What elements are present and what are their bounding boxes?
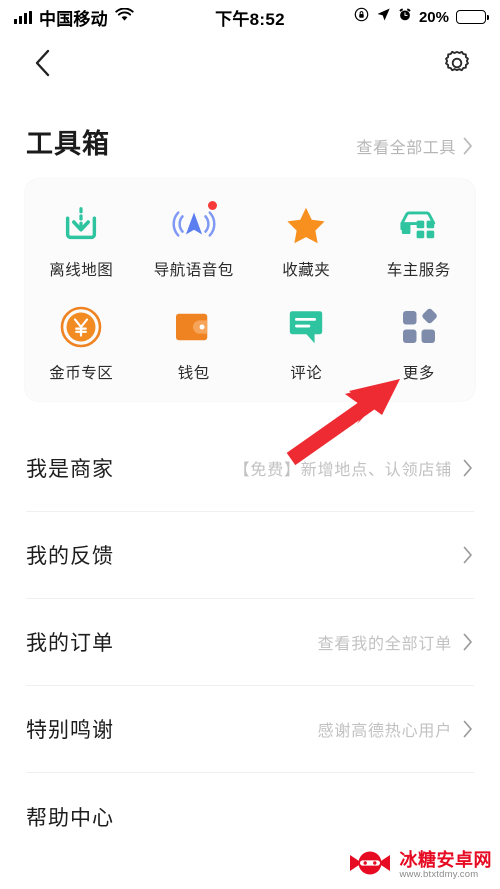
- wallet-icon: [171, 304, 217, 350]
- comment-bubble-icon: [283, 304, 329, 350]
- settings-list: 我是商家 【免费】新增地点、认领店铺 我的反馈 我的订单 查看我的全部订单 特别…: [0, 425, 500, 860]
- list-row-merchant[interactable]: 我是商家 【免费】新增地点、认领店铺: [26, 425, 474, 512]
- tool-navigation-voice-pack[interactable]: 导航语音包: [138, 201, 251, 280]
- tools-row-1: 离线地图 导航语音包 收藏夹 车主服务: [25, 201, 475, 280]
- gold-coin-icon: [58, 304, 104, 350]
- gear-icon: [442, 48, 472, 83]
- tool-label: 钱包: [177, 365, 210, 382]
- row-title: 我的反馈: [26, 545, 114, 568]
- tool-label: 评论: [290, 365, 323, 382]
- status-bar: 中国移动 下午8:52 20%: [0, 0, 500, 34]
- offline-map-download-icon: [58, 201, 104, 247]
- list-row-feedback[interactable]: 我的反馈: [26, 512, 474, 599]
- list-row-special-thanks[interactable]: 特别鸣谢 感谢高德热心用户: [26, 686, 474, 773]
- status-bar-left: 中国移动: [14, 5, 134, 30]
- clock-label: 下午8:52: [215, 9, 285, 29]
- row-subtitle: 感谢高德热心用户: [317, 723, 452, 740]
- row-title: 我是商家: [26, 458, 114, 481]
- tool-more[interactable]: 更多: [363, 304, 476, 383]
- chevron-right-icon: [462, 632, 474, 652]
- view-all-tools-link[interactable]: 查看全部工具: [356, 134, 474, 158]
- tool-favorites[interactable]: 收藏夹: [250, 201, 363, 280]
- more-grid-icon: [396, 304, 442, 350]
- row-title: 我的订单: [26, 632, 114, 655]
- navigation-voice-icon: [171, 201, 217, 247]
- chevron-right-icon: [462, 136, 474, 156]
- phone-screen: 中国移动 下午8:52 20% 工具箱 查看全部工具 离线地图 导航语音包 收藏…: [0, 0, 500, 889]
- view-all-tools-label: 查看全部工具: [356, 140, 456, 157]
- row-right: 【免费】新增地点、认领店铺: [234, 456, 474, 480]
- row-title: 特别鸣谢: [26, 719, 114, 742]
- row-right: 查看我的全部订单: [318, 630, 474, 654]
- car-owner-service-icon: [396, 201, 442, 247]
- row-right: 感谢高德热心用户: [318, 717, 474, 741]
- tool-car-owner-service[interactable]: 车主服务: [363, 201, 476, 280]
- battery-percent-label: 20%: [418, 8, 449, 26]
- nav-bar: [0, 34, 500, 96]
- tool-label: 车主服务: [386, 262, 451, 279]
- row-subtitle: 查看我的全部订单: [317, 636, 452, 653]
- tool-gold-coin-zone[interactable]: 金币专区: [25, 304, 138, 383]
- rotation-lock-icon: [354, 7, 369, 27]
- tool-label: 导航语音包: [153, 262, 234, 279]
- carrier-label: 中国移动: [39, 9, 108, 29]
- back-chevron-icon: [32, 48, 54, 83]
- site-watermark: 冰糖安卓网 www.btxtdmy.com: [347, 848, 493, 883]
- list-row-orders[interactable]: 我的订单 查看我的全部订单: [26, 599, 474, 686]
- tool-label: 离线地图: [49, 262, 114, 279]
- notification-dot-badge: [207, 201, 217, 210]
- row-title: 帮助中心: [26, 806, 114, 830]
- watermark-site-name: 冰糖安卓网: [399, 850, 492, 871]
- chevron-right-icon: [462, 458, 474, 478]
- status-bar-right: 20%: [354, 7, 489, 27]
- list-row-help-center[interactable]: 帮助中心: [26, 773, 474, 860]
- chevron-right-icon: [462, 545, 474, 565]
- toolbox-card: 离线地图 导航语音包 收藏夹 车主服务 金币专区 钱包 评论 更多: [25, 179, 475, 401]
- battery-icon: [456, 10, 489, 24]
- row-subtitle: 【免费】新增地点、认领店铺: [233, 462, 452, 479]
- tool-offline-map[interactable]: 离线地图: [25, 201, 138, 280]
- tool-comments[interactable]: 评论: [250, 304, 363, 383]
- page-title: 工具箱: [26, 129, 110, 159]
- watermark-site-url: www.btxtdmy.com: [399, 868, 479, 880]
- location-arrow-icon: [376, 7, 391, 27]
- wifi-icon: [115, 7, 134, 27]
- row-right: [452, 545, 474, 565]
- tool-label: 更多: [402, 365, 435, 382]
- tools-row-2: 金币专区 钱包 评论 更多: [25, 304, 475, 383]
- tool-label: 收藏夹: [282, 262, 331, 279]
- candy-ninja-logo: [347, 848, 393, 883]
- alarm-clock-icon: [398, 7, 412, 27]
- toolbox-section-header: 工具箱 查看全部工具: [0, 96, 500, 161]
- tool-wallet[interactable]: 钱包: [138, 304, 251, 383]
- back-button[interactable]: [26, 48, 60, 82]
- settings-button[interactable]: [440, 48, 474, 82]
- signal-bars-icon: [14, 10, 32, 24]
- chevron-right-icon: [462, 719, 474, 739]
- star-favorites-icon: [283, 201, 329, 247]
- tool-label: 金币专区: [49, 365, 114, 382]
- watermark-text: 冰糖安卓网 www.btxtdmy.com: [400, 851, 493, 880]
